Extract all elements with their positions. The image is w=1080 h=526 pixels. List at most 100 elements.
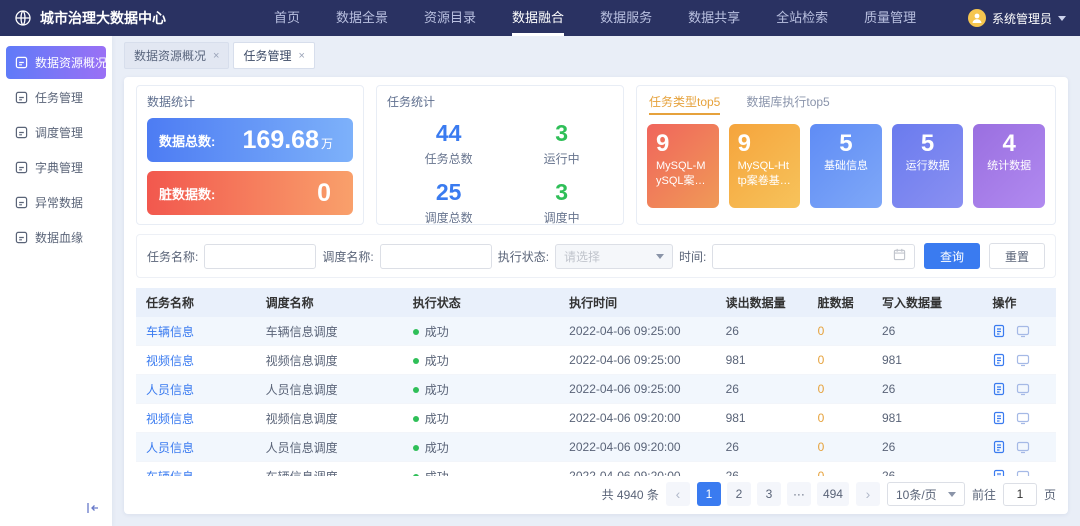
- schedule-icon: [15, 126, 28, 139]
- sidebar-item[interactable]: 任务管理: [6, 81, 106, 114]
- table-header-cell: 执行状态: [403, 288, 559, 317]
- nav-item[interactable]: 首页: [274, 0, 300, 36]
- status-dot: [413, 358, 419, 364]
- close-icon[interactable]: ×: [213, 50, 219, 62]
- app-window: 城市治理大数据中心 首页 数据全景 资源目录 数据融合 数据服务 数据共享 全站…: [0, 0, 1080, 526]
- monitor-icon[interactable]: [1016, 440, 1030, 454]
- monitor-icon[interactable]: [1016, 382, 1030, 396]
- status-select[interactable]: 请选择: [555, 244, 673, 269]
- status-dot: [413, 416, 419, 422]
- schedule-name-input[interactable]: [380, 244, 492, 269]
- top5-tab[interactable]: 数据库执行top5: [746, 93, 829, 115]
- monitor-icon[interactable]: [1016, 469, 1030, 476]
- nav-item[interactable]: 数据服务: [600, 0, 652, 36]
- table-row[interactable]: 人员信息 人员信息调度 成功 2022-04-06 09:25:00 26 0 …: [136, 375, 1056, 404]
- sidebar-item[interactable]: 字典管理: [6, 151, 106, 184]
- layout: 数据资源概况 任务管理: [0, 36, 1080, 526]
- page-size-select[interactable]: 10条/页: [887, 482, 965, 506]
- search-button[interactable]: 查询: [924, 243, 980, 269]
- log-icon[interactable]: [992, 440, 1006, 454]
- monitor-icon[interactable]: [1016, 353, 1030, 367]
- write-cell: 26: [872, 462, 982, 477]
- brand: 城市治理大数据中心: [14, 8, 246, 28]
- top5-tabs: 任务类型top5 数据库执行top5: [647, 93, 1045, 115]
- log-icon[interactable]: [992, 382, 1006, 396]
- write-cell: 981: [872, 404, 982, 433]
- log-icon[interactable]: [992, 411, 1006, 425]
- table-row[interactable]: 车辆信息 车辆信息调度 成功 2022-04-06 09:20:00 26 0 …: [136, 462, 1056, 477]
- page-size-value: 10条/页: [896, 486, 937, 503]
- monitor-icon[interactable]: [1016, 411, 1030, 425]
- dirty-cell: 0: [808, 375, 872, 404]
- app-logo-icon: [14, 9, 32, 27]
- task-link[interactable]: 视频信息: [146, 354, 194, 368]
- row-actions: [992, 404, 1046, 432]
- table-row[interactable]: 人员信息 人员信息调度 成功 2022-04-06 09:20:00 26 0 …: [136, 433, 1056, 462]
- close-icon[interactable]: ×: [298, 50, 304, 62]
- page-button[interactable]: 2: [727, 482, 751, 506]
- nav-item[interactable]: 数据共享: [688, 0, 740, 36]
- row-actions: [992, 375, 1046, 403]
- time-cell: 2022-04-06 09:25:00: [559, 346, 715, 375]
- stat-label: 数据总数:: [159, 131, 215, 150]
- sidebar-item-label: 异常数据: [35, 194, 83, 211]
- collapse-sidebar-icon[interactable]: [86, 501, 100, 518]
- log-icon[interactable]: [992, 469, 1006, 476]
- task-link[interactable]: 人员信息: [146, 441, 194, 455]
- dirty-cell: 0: [808, 317, 872, 346]
- app-title: 城市治理大数据中心: [40, 8, 166, 28]
- log-icon[interactable]: [992, 353, 1006, 367]
- user-menu[interactable]: 系统管理员: [968, 9, 1066, 27]
- log-icon[interactable]: [992, 324, 1006, 338]
- task-link[interactable]: 车辆信息: [146, 325, 194, 339]
- jump-suffix: 页: [1044, 486, 1056, 503]
- content-tab[interactable]: 任务管理 ×: [233, 42, 314, 69]
- top5-card: 5 运行数据: [892, 124, 964, 208]
- task-name-input[interactable]: [204, 244, 316, 269]
- read-cell: 26: [716, 433, 808, 462]
- row-actions: [992, 433, 1046, 461]
- content-tab[interactable]: 数据资源概况 ×: [124, 42, 229, 69]
- table-row[interactable]: 车辆信息 车辆信息调度 成功 2022-04-06 09:25:00 26 0 …: [136, 317, 1056, 346]
- page-button[interactable]: 494: [817, 482, 849, 506]
- task-link[interactable]: 视频信息: [146, 412, 194, 426]
- nav-item[interactable]: 质量管理: [864, 0, 916, 36]
- nav-item[interactable]: 数据全景: [336, 0, 388, 36]
- time-input[interactable]: [712, 244, 915, 269]
- status-dot: [413, 445, 419, 451]
- table-header-cell: 脏数据: [808, 288, 872, 317]
- nav-item[interactable]: 资源目录: [424, 0, 476, 36]
- table-row[interactable]: 视频信息 视频信息调度 成功 2022-04-06 09:25:00 981 0…: [136, 346, 1056, 375]
- page-button[interactable]: 3: [757, 482, 781, 506]
- monitor-icon[interactable]: [1016, 324, 1030, 338]
- chevron-down-icon: [1058, 16, 1066, 21]
- next-page-button[interactable]: ›: [856, 482, 880, 506]
- task-link[interactable]: 车辆信息: [146, 470, 194, 477]
- schedule-cell: 人员信息调度: [256, 433, 403, 462]
- dirty-cell: 0: [808, 346, 872, 375]
- data-stat-cards: 数据总数: 169.68万 脏数据数: 0: [147, 118, 353, 215]
- task-stat: 44 任务总数: [387, 120, 510, 167]
- reset-button[interactable]: 重置: [989, 243, 1045, 269]
- task-stat-value: 44: [387, 120, 510, 147]
- nav-item[interactable]: 数据融合: [512, 0, 564, 36]
- sidebar-item[interactable]: 调度管理: [6, 116, 106, 149]
- nav-item[interactable]: 全站检索: [776, 0, 828, 36]
- status-select-placeholder: 请选择: [564, 248, 600, 265]
- page-button[interactable]: ···: [787, 482, 811, 506]
- prev-page-button[interactable]: ‹: [666, 482, 690, 506]
- sidebar-item[interactable]: 数据资源概况: [6, 46, 106, 79]
- jump-page-input[interactable]: [1003, 483, 1037, 506]
- task-link[interactable]: 人员信息: [146, 383, 194, 397]
- lineage-icon: [15, 231, 28, 244]
- time-cell: 2022-04-06 09:20:00: [559, 404, 715, 433]
- table-row[interactable]: 视频信息 视频信息调度 成功 2022-04-06 09:20:00 981 0…: [136, 404, 1056, 433]
- page-button[interactable]: 1: [697, 482, 721, 506]
- sidebar-item[interactable]: 异常数据: [6, 186, 106, 219]
- status-dot: [413, 329, 419, 335]
- top5-tab[interactable]: 任务类型top5: [649, 93, 720, 115]
- stat-label: 脏数据数:: [159, 184, 215, 203]
- sidebar-item[interactable]: 数据血缘: [6, 221, 106, 254]
- sidebar-item-label: 数据血缘: [35, 229, 83, 246]
- top5-card-value: 9: [738, 131, 792, 157]
